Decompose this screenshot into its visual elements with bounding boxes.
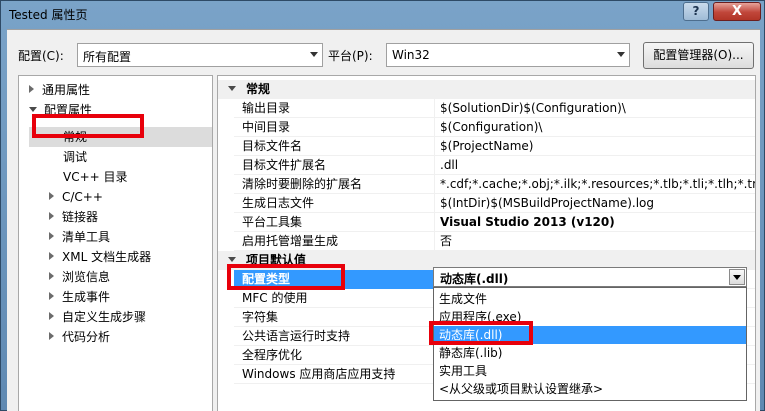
collapse-arrow-icon[interactable] xyxy=(29,107,37,112)
property-name: 字符集 xyxy=(242,310,279,324)
tree-item-browse-info[interactable]: 浏览信息 xyxy=(49,267,110,287)
expand-arrow-icon[interactable] xyxy=(49,252,54,260)
tree-item-label: 通用属性 xyxy=(42,83,91,97)
property-value[interactable]: *.cdf;*.cache;*.obj;*.ilk;*.resources;*.… xyxy=(440,175,755,194)
expand-arrow-icon[interactable] xyxy=(49,232,54,240)
property-row[interactable]: 输出目录 $(SolutionDir)$(Configuration)\ xyxy=(234,99,755,118)
platform-label: 平台(P): xyxy=(328,49,373,63)
config-select-value: 所有配置 xyxy=(83,50,132,64)
platform-select-value: Win32 xyxy=(392,48,430,62)
title-bar[interactable]: Tested 属性页 ? X xyxy=(1,1,765,29)
property-pages-window: Tested 属性页 ? X 配置(C): 所有配置 平台(P): Win32 … xyxy=(0,0,765,411)
property-row[interactable]: 中间目录 $(Configuration)\ xyxy=(234,118,755,137)
tree-item-label: 浏览信息 xyxy=(62,270,111,284)
tree-item-label: 清单工具 xyxy=(62,230,111,244)
property-name: 目标文件扩展名 xyxy=(242,158,327,172)
property-value[interactable]: $(IntDir)$(MSBuildProjectName).log xyxy=(440,194,755,213)
chevron-down-icon xyxy=(617,52,625,57)
config-type-select[interactable]: 动态库(.dll) xyxy=(433,267,747,287)
help-button[interactable]: ? xyxy=(683,2,709,21)
tree-item-linker[interactable]: 链接器 xyxy=(49,207,98,227)
property-name: 生成日志文件 xyxy=(242,196,315,210)
category-general[interactable]: 常规 xyxy=(218,80,755,99)
property-name: 启用托管增量生成 xyxy=(242,234,339,248)
tree-item-label: 自定义生成步骤 xyxy=(62,310,147,324)
config-type-value: 动态库(.dll) xyxy=(440,272,509,286)
expand-arrow-icon[interactable] xyxy=(49,212,54,220)
tree-item-code-analysis[interactable]: 代码分析 xyxy=(49,327,110,347)
property-row[interactable]: 平台工具集 Visual Studio 2013 (v120) xyxy=(234,213,755,232)
property-row[interactable]: 目标文件名 $(ProjectName) xyxy=(234,137,755,156)
expand-arrow-icon[interactable] xyxy=(49,292,54,300)
property-value[interactable]: 否 xyxy=(440,232,755,251)
tree-item-build-events[interactable]: 生成事件 xyxy=(49,287,110,307)
category-label: 常规 xyxy=(246,82,271,96)
close-button[interactable]: X xyxy=(713,2,761,21)
collapse-arrow-icon[interactable] xyxy=(228,86,236,91)
property-value[interactable]: $(ProjectName) xyxy=(440,137,755,156)
property-value[interactable]: Visual Studio 2013 (v120) xyxy=(440,213,755,232)
property-name: Windows 应用商店应用支持 xyxy=(242,367,396,381)
dropdown-option[interactable]: 生成文件 xyxy=(434,290,746,308)
tree-item-vc-directories[interactable]: VC++ 目录 xyxy=(63,167,128,187)
expand-arrow-icon[interactable] xyxy=(49,312,54,320)
dropdown-option[interactable]: 实用工具 xyxy=(434,362,746,380)
annotation-box-dll-option xyxy=(429,321,533,345)
property-name: 输出目录 xyxy=(242,101,291,115)
chevron-down-icon xyxy=(310,52,318,57)
expand-arrow-icon[interactable] xyxy=(29,85,34,93)
annotation-box-general xyxy=(32,114,144,138)
dropdown-option[interactable]: 静态库(.lib) xyxy=(434,344,746,362)
tree-item-label: 生成事件 xyxy=(62,290,111,304)
tree-item-label: 调试 xyxy=(63,150,88,164)
tree-item-label: 代码分析 xyxy=(62,330,111,344)
config-label: 配置(C): xyxy=(18,49,64,63)
tree-item-cpp[interactable]: C/C++ xyxy=(49,187,103,207)
expand-arrow-icon[interactable] xyxy=(49,332,54,340)
property-value[interactable]: $(Configuration)\ xyxy=(440,118,755,137)
platform-select[interactable]: Win32 xyxy=(386,43,630,67)
tree-item-label: XML 文档生成器 xyxy=(62,250,152,264)
property-name: 全程序优化 xyxy=(242,348,303,362)
expand-arrow-icon[interactable] xyxy=(49,192,54,200)
tree-item-custom-build-step[interactable]: 自定义生成步骤 xyxy=(49,307,146,327)
collapse-arrow-icon[interactable] xyxy=(228,257,236,262)
tree-item-label: VC++ 目录 xyxy=(63,170,128,184)
dropdown-button[interactable] xyxy=(729,269,745,285)
dropdown-option[interactable]: <从父级或项目默认设置继承> xyxy=(434,380,746,398)
property-name: MFC 的使用 xyxy=(242,291,308,305)
property-name: 中间目录 xyxy=(242,120,291,134)
tree-item-common-properties[interactable]: 通用属性 xyxy=(29,80,90,100)
property-row[interactable]: 启用托管增量生成 否 xyxy=(234,232,755,251)
property-value[interactable]: .dll xyxy=(440,156,755,175)
property-row[interactable]: 生成日志文件 $(IntDir)$(MSBuildProjectName).lo… xyxy=(234,194,755,213)
property-value[interactable]: $(SolutionDir)$(Configuration)\ xyxy=(440,99,755,118)
tree-item-manifest-tool[interactable]: 清单工具 xyxy=(49,227,110,247)
property-name: 平台工具集 xyxy=(242,215,303,229)
window-title: Tested 属性页 xyxy=(9,8,88,22)
property-row[interactable]: 清除时要删除的扩展名 *.cdf;*.cache;*.obj;*.ilk;*.r… xyxy=(234,175,755,194)
tree-item-debugging[interactable]: 调试 xyxy=(63,147,87,167)
expand-arrow-icon[interactable] xyxy=(49,272,54,280)
property-name: 目标文件名 xyxy=(242,139,303,153)
tree-item-xml-doc-generator[interactable]: XML 文档生成器 xyxy=(49,247,151,267)
tree-item-label: C/C++ xyxy=(62,190,103,204)
chevron-down-icon xyxy=(733,275,741,280)
config-manager-button[interactable]: 配置管理器(O)... xyxy=(643,42,754,69)
property-name: 公共语言运行时支持 xyxy=(242,329,351,343)
tree-item-label: 链接器 xyxy=(62,210,99,224)
property-row[interactable]: 目标文件扩展名 .dll xyxy=(234,156,755,175)
property-name: 清除时要删除的扩展名 xyxy=(242,177,363,191)
config-select[interactable]: 所有配置 xyxy=(77,43,323,67)
annotation-box-config-type xyxy=(227,264,345,290)
